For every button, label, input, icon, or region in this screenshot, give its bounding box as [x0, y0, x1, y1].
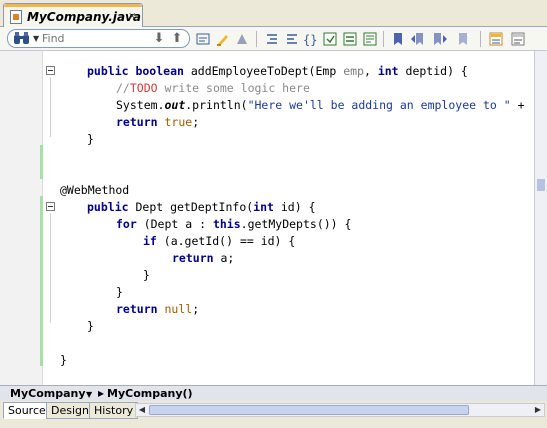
code-line: return a; [172, 251, 235, 265]
clear-bookmarks-icon[interactable] [455, 31, 471, 47]
next-bookmark-icon[interactable] [432, 31, 448, 47]
breadcrumb-separator: ▸ [98, 386, 105, 400]
change-marker [40, 196, 43, 366]
code-line: public boolean addEmployeeToDept(Emp emp… [87, 64, 468, 78]
start-macro-icon[interactable] [322, 31, 338, 47]
code-line: for (Dept a : this.getMyDepts()) { [116, 217, 352, 231]
toolbar-separator [480, 31, 481, 47]
find-box[interactable]: ▼ ⬇ ⬆ [7, 29, 190, 48]
breadcrumb-class[interactable]: MyCompany [10, 387, 86, 400]
toolbar-separator [256, 31, 257, 47]
tab-design[interactable]: Design [46, 402, 94, 419]
horizontal-scrollbar[interactable]: ◀ ▶ [135, 403, 545, 417]
tab-source[interactable]: Source [3, 402, 51, 419]
breadcrumb-method[interactable]: MyCompany() [107, 387, 193, 400]
chevron-down-icon[interactable]: ▼ [33, 34, 39, 43]
code-text: public boolean addEmployeeToDept(Emp emp… [60, 51, 525, 367]
code-line: public Dept getDeptInfo(int id) { [87, 200, 316, 214]
tab-history[interactable]: History [89, 402, 139, 419]
code-line: } [60, 353, 67, 367]
stop-macro-icon[interactable] [342, 31, 358, 47]
scroll-right-icon[interactable]: ▶ [532, 405, 544, 416]
code-line: } [143, 268, 150, 282]
binoculars-icon [14, 32, 29, 44]
active-tab-indicator [4, 4, 142, 7]
fold-toggle-icon[interactable] [46, 202, 55, 211]
scroll-left-icon[interactable]: ◀ [136, 405, 148, 416]
fold-guide [50, 213, 51, 323]
editor-toolbar: ▼ ⬇ ⬆ {} [0, 27, 547, 51]
bookmark-icon[interactable] [390, 31, 406, 47]
comment-icon[interactable] [362, 31, 378, 47]
chevron-down-icon[interactable]: ▼ [86, 390, 92, 399]
change-marker [40, 145, 43, 179]
toggle-rectangular-icon[interactable] [235, 31, 251, 47]
code-line: return true; [116, 115, 200, 129]
fold-guide [50, 77, 51, 137]
code-line: } [116, 285, 123, 299]
breadcrumb: MyCompany ▼ ▸ MyCompany() [0, 385, 547, 401]
toolbar-separator [383, 31, 384, 47]
code-line: //TODO write some logic here [116, 81, 310, 95]
tasks-icon[interactable] [510, 31, 526, 47]
vertical-scrollbar[interactable] [534, 51, 547, 385]
braces-icon[interactable]: {} [302, 31, 318, 47]
code-line: return null; [116, 302, 200, 316]
editor-tab-strip: MyCompany.java × [0, 0, 547, 28]
find-next-icon[interactable]: ⬆ [169, 31, 185, 46]
code-line: @WebMethod [60, 183, 130, 197]
svg-text:{}: {} [303, 33, 317, 47]
code-editor[interactable]: public boolean addEmployeeToDept(Emp emp… [0, 51, 547, 385]
previous-bookmark-icon[interactable] [410, 31, 426, 47]
shift-line-right-icon[interactable] [284, 31, 300, 47]
code-line: if (a.getId() == id) { [143, 234, 296, 248]
close-tab-icon[interactable]: × [128, 11, 136, 22]
code-line: System.out.println("Here we'll be adding… [116, 98, 525, 112]
editor-gutter [0, 51, 43, 385]
highlighter-icon[interactable] [215, 31, 231, 47]
code-line: } [87, 319, 94, 333]
code-line: } [87, 132, 94, 146]
toggle-highlight-icon[interactable] [195, 31, 211, 47]
find-previous-icon[interactable]: ⬇ [151, 31, 167, 46]
find-input[interactable] [42, 32, 142, 45]
fold-toggle-icon[interactable] [46, 66, 55, 75]
shift-line-left-icon[interactable] [264, 31, 280, 47]
scroll-marker [537, 179, 545, 191]
view-tabs: Source Design History ◀ ▶ [0, 401, 547, 428]
file-tab-title: MyCompany.java [27, 10, 141, 24]
diff-icon[interactable] [488, 31, 504, 47]
java-file-icon [10, 10, 22, 24]
file-tab[interactable]: MyCompany.java × [3, 3, 143, 28]
scrollbar-thumb[interactable] [149, 405, 469, 415]
